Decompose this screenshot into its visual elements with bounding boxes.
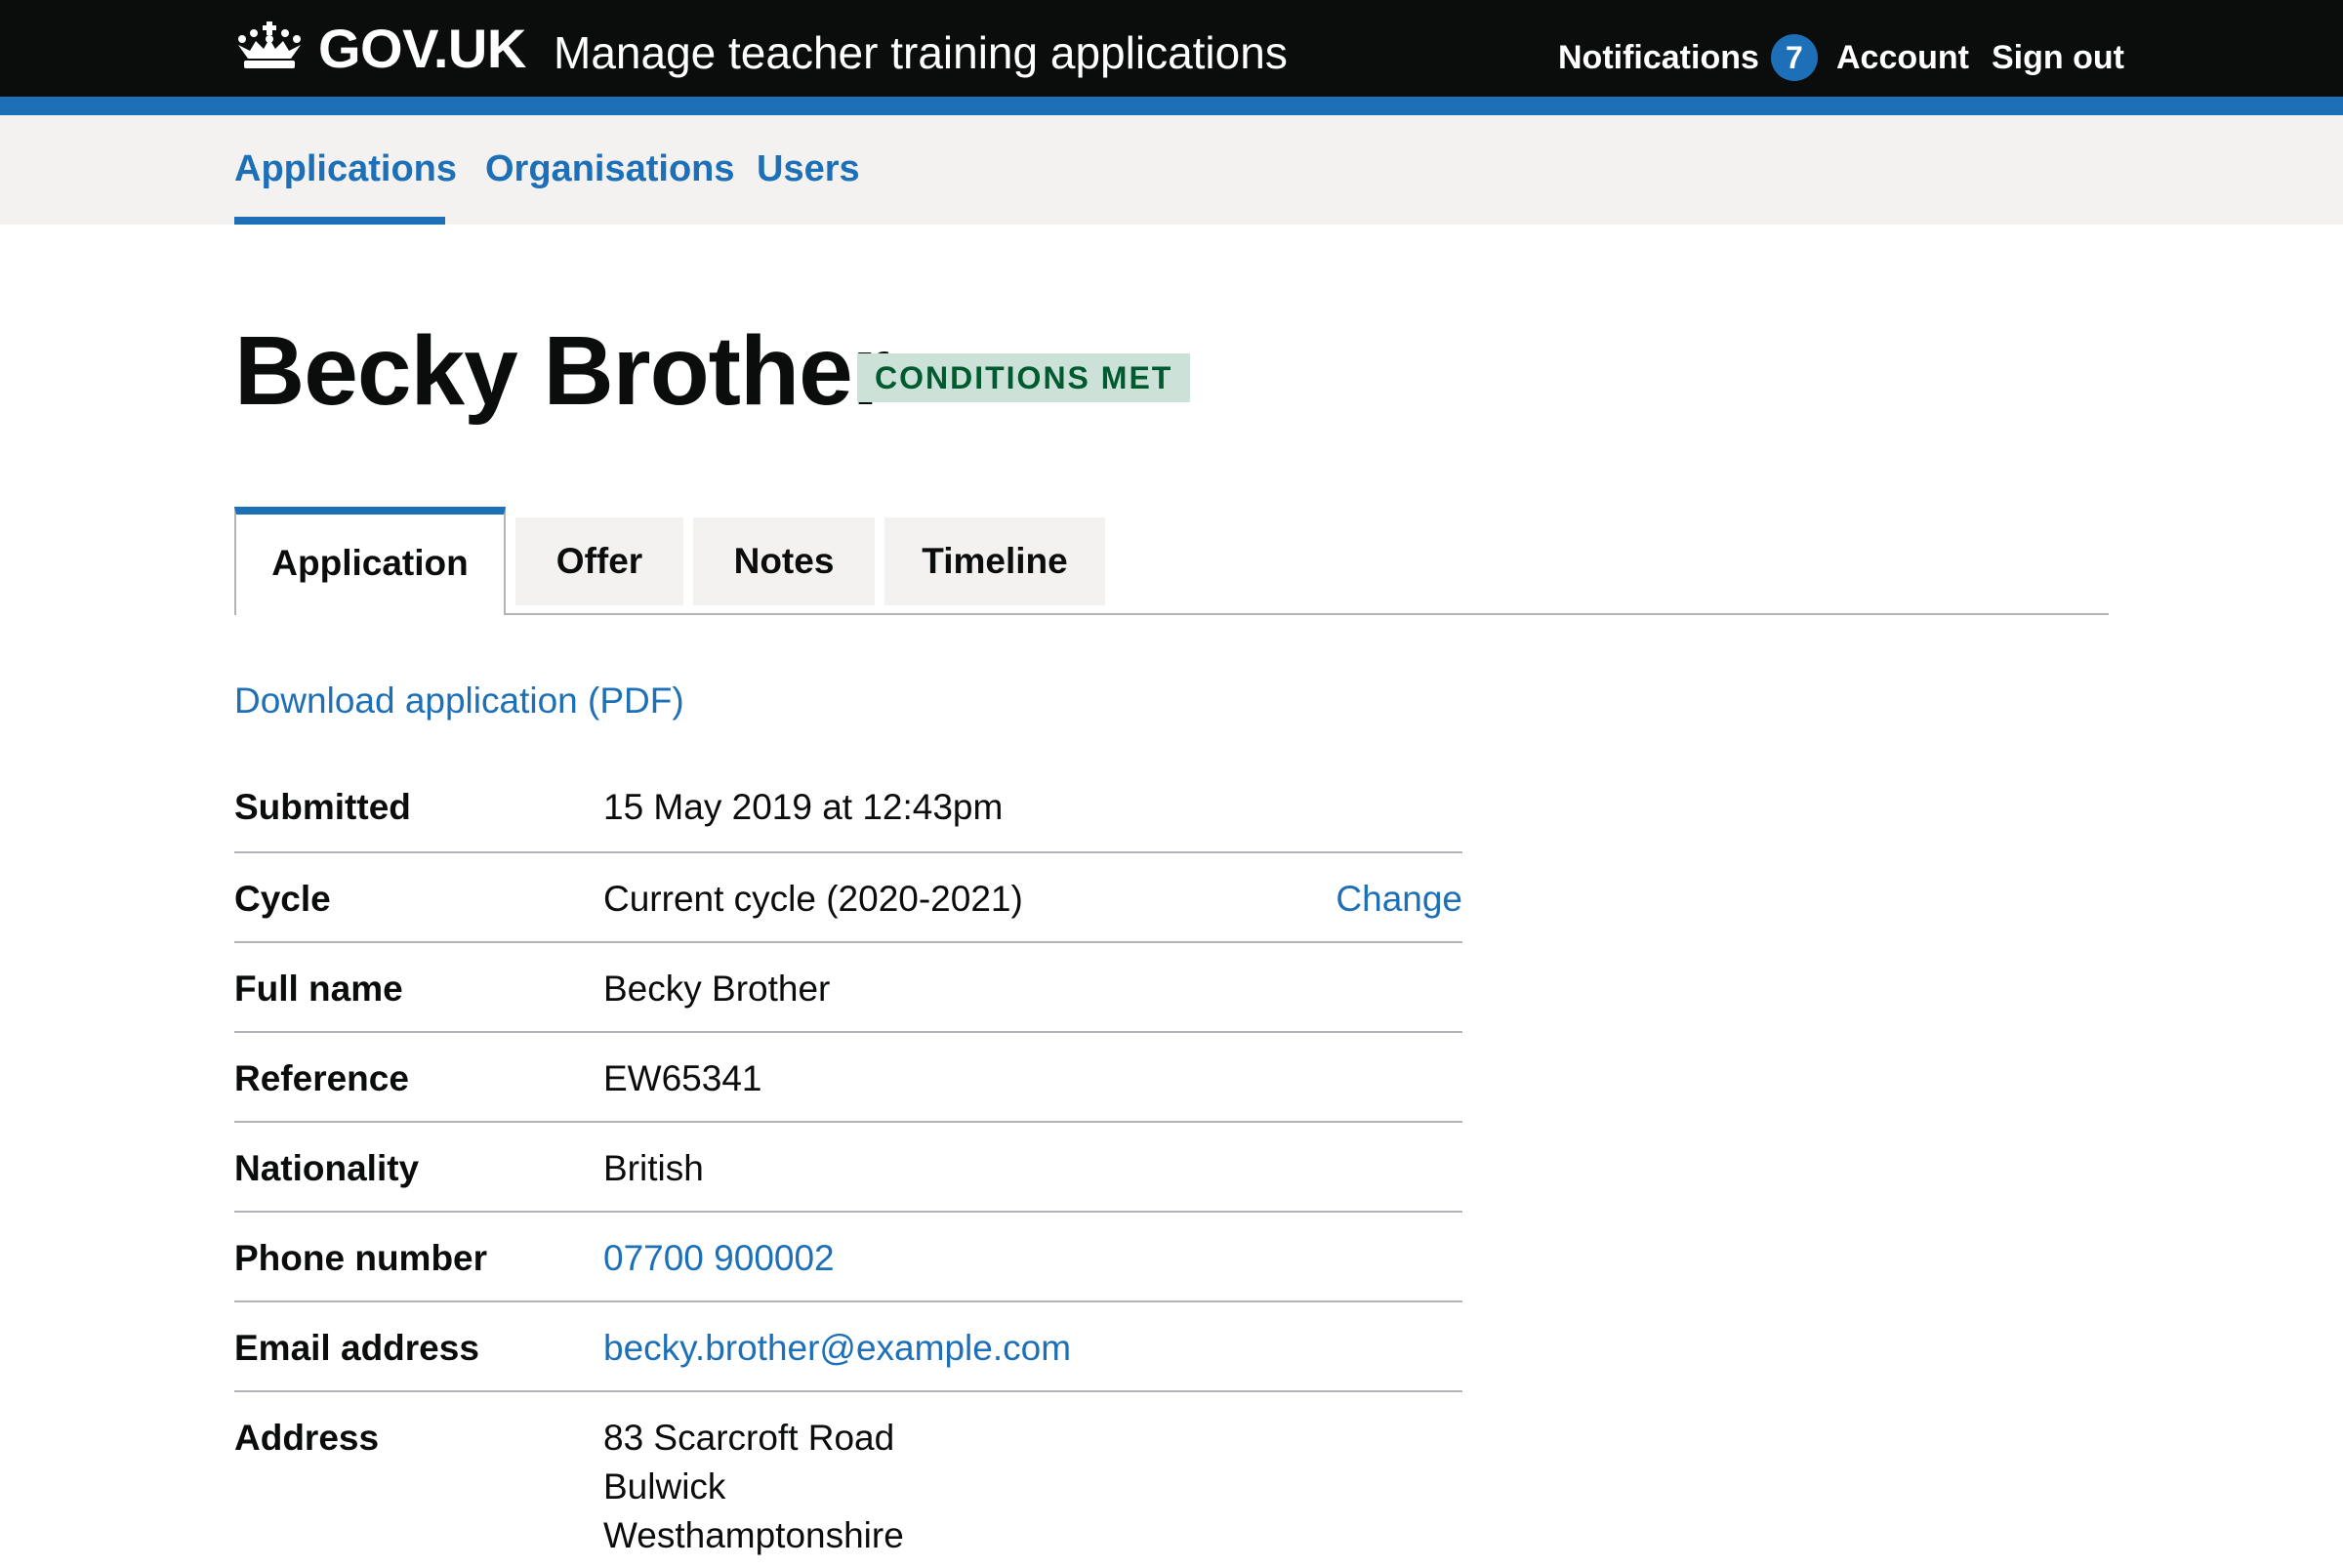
summary-value: British [603, 1148, 704, 1188]
summary-value: Current cycle (2020-2021) [603, 879, 1023, 919]
notifications-link[interactable]: Notifications 7 [1558, 30, 1818, 85]
status-tag: CONDITIONS MET [857, 353, 1191, 402]
page-title: Becky Brother [234, 316, 890, 426]
summary-row-phone: Phone number 07700 900002 [234, 1213, 1462, 1302]
notifications-count-badge: 7 [1770, 34, 1818, 81]
summary-key: Address [234, 1418, 380, 1458]
summary-key: Full name [234, 969, 403, 1009]
application-summary-list: Submitted 15 May 2019 at 12:43pm Cycle C… [234, 763, 1462, 1568]
tab-notes[interactable]: Notes [693, 517, 875, 605]
sign-out-link[interactable]: Sign out [1992, 30, 2124, 85]
service-name-link[interactable]: Manage teacher training applications [554, 18, 1288, 88]
summary-key: Reference [234, 1058, 409, 1098]
summary-row-cycle: Cycle Current cycle (2020-2021) Change [234, 853, 1462, 943]
summary-key: Email address [234, 1328, 479, 1368]
nav-item-organisations[interactable]: Organisations [485, 144, 735, 193]
summary-value: Becky Brother [603, 969, 831, 1009]
summary-value: EW65341 [603, 1058, 762, 1098]
summary-row-email: Email address becky.brother@example.com [234, 1302, 1462, 1392]
summary-key: Nationality [234, 1148, 420, 1188]
summary-row-nationality: Nationality British [234, 1123, 1462, 1213]
summary-row-full-name: Full name Becky Brother [234, 943, 1462, 1033]
address-line: Westhamptonshire [603, 1515, 904, 1555]
notifications-label[interactable]: Notifications [1558, 30, 1759, 85]
address-value: 83 Scarcroft Road Bulwick Westhamptonshi… [603, 1414, 904, 1560]
nav-item-applications[interactable]: Applications [234, 144, 457, 193]
tab-timeline[interactable]: Timeline [884, 517, 1105, 605]
summary-value: 15 May 2019 at 12:43pm [603, 787, 1004, 827]
tabs-divider [234, 613, 2109, 615]
summary-row-address: Address 83 Scarcroft Road Bulwick Westha… [234, 1392, 1462, 1568]
header-blue-stripe [0, 97, 2343, 115]
summary-row-reference: Reference EW65341 [234, 1033, 1462, 1123]
change-cycle-link[interactable]: Change [1336, 875, 1462, 924]
address-line: Bulwick [603, 1466, 726, 1506]
summary-key: Cycle [234, 879, 331, 919]
nav-item-users[interactable]: Users [757, 144, 860, 193]
govuk-logo-link[interactable]: GOV.UK [318, 14, 526, 84]
summary-row-submitted: Submitted 15 May 2019 at 12:43pm [234, 763, 1462, 853]
nav-current-indicator [234, 217, 445, 225]
site-header: GOV.UK Manage teacher training applicati… [0, 0, 2343, 97]
phone-number-link[interactable]: 07700 900002 [603, 1234, 835, 1283]
tab-offer[interactable]: Offer [515, 517, 683, 605]
download-application-pdf-link[interactable]: Download application (PDF) [234, 674, 684, 728]
account-link[interactable]: Account [1836, 30, 1969, 85]
address-line: 83 Scarcroft Road [603, 1418, 895, 1458]
summary-key: Submitted [234, 787, 411, 827]
tab-application[interactable]: Application [234, 507, 506, 615]
summary-key: Phone number [234, 1238, 488, 1278]
crown-icon [238, 21, 301, 68]
primary-navigation: Applications Organisations Users [0, 115, 2343, 225]
email-address-link[interactable]: becky.brother@example.com [603, 1324, 1071, 1373]
